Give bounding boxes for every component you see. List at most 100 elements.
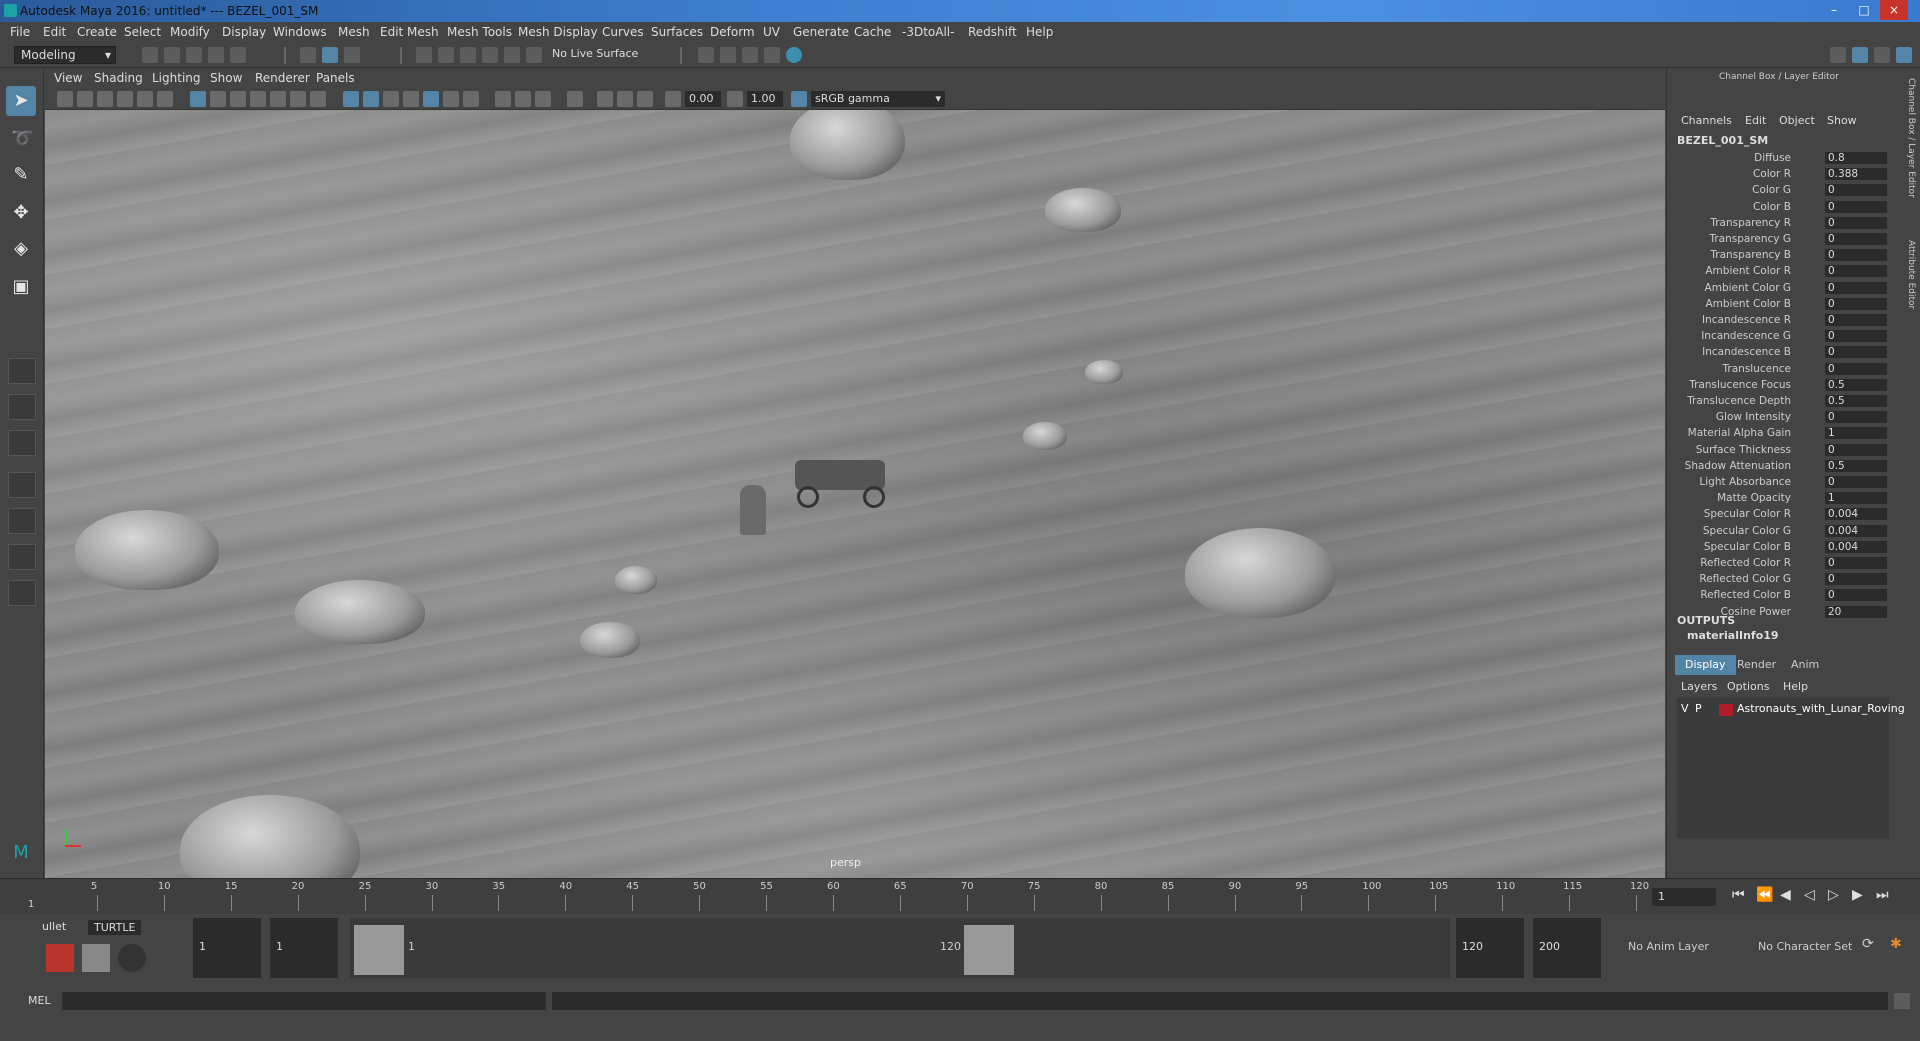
paint-select-tool[interactable]: ✎ — [6, 160, 36, 190]
snap-view-plane-icon[interactable] — [482, 47, 498, 63]
xray-joints-icon[interactable] — [617, 91, 633, 107]
motion-blur-icon[interactable] — [515, 91, 531, 107]
xray-components-icon[interactable] — [637, 91, 653, 107]
attribute-value-field[interactable]: 0 — [1825, 330, 1887, 343]
playback-range-bar[interactable]: 1 120 — [350, 918, 1450, 978]
grease-pencil-icon[interactable] — [157, 91, 173, 107]
attribute-value-field[interactable]: 0.5 — [1825, 395, 1887, 407]
hypershade-layout-button[interactable] — [8, 508, 36, 534]
menu-redshift[interactable]: Redshift — [968, 25, 1017, 39]
side-tab-attribute-editor[interactable]: Attribute Editor — [1900, 240, 1916, 309]
select-object-icon[interactable] — [322, 47, 338, 63]
select-camera-icon[interactable] — [57, 91, 73, 107]
auto-key-icon[interactable]: ⟳ — [1862, 936, 1874, 952]
anti-aliasing-icon[interactable] — [535, 91, 551, 107]
scale-tool[interactable]: ▣ — [6, 272, 36, 302]
modeling-toolkit-icon[interactable] — [1830, 47, 1846, 63]
camera-attributes-icon[interactable] — [77, 91, 93, 107]
2d-pan-zoom-icon[interactable] — [137, 91, 153, 107]
shelf-tab-turtle[interactable]: TURTLE — [88, 920, 142, 935]
layer-playback-toggle[interactable]: P — [1695, 702, 1702, 715]
attribute-value-field[interactable]: 0 — [1825, 573, 1887, 586]
menu-help[interactable]: Help — [1026, 25, 1053, 39]
astronaut-model[interactable] — [740, 485, 766, 535]
safe-title-icon[interactable] — [310, 91, 326, 107]
attribute-row[interactable]: Translucence 0 — [1667, 362, 1889, 376]
cb-menu-edit[interactable]: Edit — [1745, 114, 1766, 127]
attribute-value-field[interactable]: 0.004 — [1825, 524, 1887, 537]
snap-surface-icon[interactable] — [504, 47, 520, 63]
playback-end-field[interactable]: 120 — [1456, 918, 1524, 978]
menu-select[interactable]: Select — [124, 25, 161, 39]
screen-space-ao-icon[interactable] — [495, 91, 511, 107]
attribute-row[interactable]: Transparency B 0 — [1667, 249, 1889, 262]
menu-set-dropdown[interactable]: Modeling ▾ — [14, 46, 116, 64]
select-component-icon[interactable] — [344, 47, 360, 63]
attribute-row[interactable]: Ambient Color R 0 — [1667, 265, 1889, 278]
selected-node-name[interactable]: BEZEL_001_SM — [1677, 134, 1768, 147]
view-transform-dropdown[interactable]: sRGB gamma ▾ — [811, 91, 945, 107]
minimize-button[interactable]: – — [1820, 0, 1848, 20]
attribute-value-field[interactable]: 0 — [1825, 346, 1887, 359]
redo-icon[interactable] — [230, 47, 246, 63]
layer-row[interactable]: V P Astronauts_with_Lunar_Roving — [1677, 702, 1905, 718]
vp-menu-shading[interactable]: Shading — [94, 71, 143, 85]
menu-edit[interactable]: Edit — [43, 25, 66, 39]
ipr-render-icon[interactable] — [742, 47, 758, 63]
play-forwards-icon[interactable]: ▷ — [1828, 887, 1839, 903]
perspective-viewport[interactable]: persp — [45, 110, 1665, 878]
select-tool[interactable]: ➤ — [6, 86, 36, 116]
lunar-rover-model[interactable] — [785, 450, 895, 510]
attribute-value-field[interactable]: 0.388 — [1825, 168, 1887, 181]
menu-mesh[interactable]: Mesh — [338, 25, 370, 39]
snap-grid-icon[interactable] — [416, 47, 432, 63]
channel-box-toggle-icon[interactable] — [1896, 47, 1912, 63]
script-language-label[interactable]: MEL — [28, 994, 51, 1007]
attribute-row[interactable]: Ambient Color G 0 — [1667, 281, 1889, 295]
attribute-value-field[interactable]: 0 — [1825, 443, 1887, 456]
shadows-icon[interactable] — [463, 91, 479, 107]
layer-color-swatch[interactable] — [1719, 704, 1733, 716]
go-to-end-icon[interactable]: ⏭ — [1876, 887, 1889, 903]
mel-command-input[interactable] — [62, 992, 546, 1010]
attribute-row[interactable]: Reflected Color B 0 — [1667, 589, 1889, 602]
render-view-icon[interactable] — [764, 47, 780, 63]
field-chart-icon[interactable] — [270, 91, 286, 107]
attribute-row[interactable]: Reflected Color R 0 — [1667, 557, 1889, 570]
layer-name[interactable]: Astronauts_with_Lunar_Roving — [1737, 702, 1905, 715]
attribute-row[interactable]: Light Absorbance 0 — [1667, 476, 1889, 489]
menu-windows[interactable]: Windows — [273, 25, 327, 39]
undo-icon[interactable] — [208, 47, 224, 63]
step-forward-frame-icon[interactable]: ▶ — [1852, 887, 1863, 903]
attribute-row[interactable]: Translucence Focus 0.5 — [1667, 378, 1889, 392]
menu-mesh-tools[interactable]: Mesh Tools — [447, 25, 512, 39]
lasso-tool[interactable]: ➰ — [6, 124, 36, 154]
attribute-row[interactable]: Transparency R 0 — [1667, 216, 1889, 230]
attribute-value-field[interactable]: 0.5 — [1825, 378, 1887, 391]
go-to-start-icon[interactable]: ⏮ — [1732, 887, 1745, 903]
attribute-value-field[interactable]: 0 — [1825, 589, 1887, 602]
playback-start-field[interactable]: 1 — [270, 918, 338, 978]
range-end-handle[interactable] — [964, 925, 1014, 975]
attribute-row[interactable]: Shadow Attenuation 0.5 — [1667, 459, 1889, 473]
attribute-value-field[interactable]: 0.004 — [1825, 540, 1887, 553]
attribute-row[interactable]: Diffuse 0.8 — [1667, 152, 1889, 165]
step-back-frame-icon[interactable]: ◀ — [1780, 887, 1791, 903]
attribute-row[interactable]: Transparency G 0 — [1667, 233, 1889, 246]
tool-settings-toggle-icon[interactable] — [1874, 47, 1890, 63]
cb-menu-channels[interactable]: Channels — [1681, 114, 1732, 127]
resolution-gate-icon[interactable] — [230, 91, 246, 107]
attribute-value-field[interactable]: 0.8 — [1825, 152, 1887, 164]
shelf-sphere-icon[interactable] — [118, 944, 146, 972]
attribute-value-field[interactable]: 0 — [1825, 265, 1887, 278]
attribute-value-field[interactable]: 20 — [1825, 605, 1887, 618]
isolate-select-icon[interactable] — [567, 91, 583, 107]
menu-deform[interactable]: Deform — [710, 25, 755, 39]
menu-generate[interactable]: Generate — [793, 25, 849, 39]
attribute-row[interactable]: Ambient Color B 0 — [1667, 297, 1889, 311]
menu-mesh-display[interactable]: Mesh Display — [518, 25, 598, 39]
attribute-row[interactable]: Translucence Depth 0.5 — [1667, 395, 1889, 408]
play-backwards-icon[interactable]: ◁ — [1804, 887, 1815, 903]
attribute-row[interactable]: Matte Opacity 1 — [1667, 492, 1889, 505]
attribute-value-field[interactable]: 0 — [1825, 314, 1887, 326]
